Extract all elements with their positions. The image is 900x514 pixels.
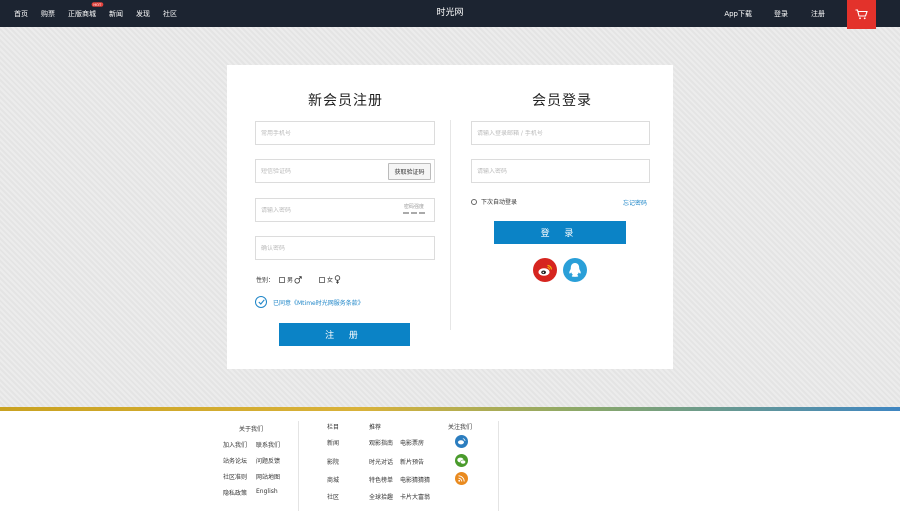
phone-field[interactable] bbox=[255, 121, 435, 145]
footer-rec-monopoly[interactable]: 卡片大富翁 bbox=[400, 492, 430, 501]
footer-rec-guess[interactable]: 电影猜猜猜 bbox=[400, 475, 430, 484]
register-title: 新会员注册 bbox=[308, 93, 383, 109]
footer-link-feedback[interactable]: 问题反馈 bbox=[256, 456, 280, 465]
footer-divider-2 bbox=[498, 421, 499, 511]
female-checkbox[interactable] bbox=[319, 276, 326, 283]
gender-row: 性别： 男 女 bbox=[256, 275, 341, 284]
qq-login-button[interactable] bbox=[563, 258, 587, 282]
follow-wechat-button[interactable] bbox=[455, 454, 468, 467]
footer-rec-trailers[interactable]: 新片预告 bbox=[400, 457, 424, 466]
login-title: 会员登录 bbox=[532, 93, 592, 109]
agree-terms-link[interactable]: 已同意《Mtime时光网服务条款》 bbox=[273, 298, 364, 307]
footer-rec-guide[interactable]: 观影指南 bbox=[369, 438, 393, 447]
get-code-button[interactable]: 获取验证码 bbox=[388, 163, 431, 180]
footer-link-contact[interactable]: 联系我们 bbox=[256, 440, 280, 449]
password-input[interactable] bbox=[261, 206, 381, 214]
qq-icon bbox=[569, 263, 581, 277]
female-symbol-icon bbox=[334, 275, 341, 284]
auto-login-row[interactable]: 下次自动登录 bbox=[471, 197, 517, 206]
login-account-field[interactable] bbox=[471, 121, 650, 145]
female-label: 女 bbox=[327, 277, 334, 284]
password-field[interactable]: 密码强度 bbox=[255, 198, 435, 222]
login-link[interactable]: 登录 bbox=[774, 9, 788, 19]
footer-recommend-title: 推荐 bbox=[369, 424, 382, 431]
footer-column-cinema[interactable]: 影院 bbox=[327, 457, 339, 466]
footer-follow-title: 关注我们 bbox=[448, 424, 473, 431]
footer-rec-boxoffice[interactable]: 电影票房 bbox=[400, 438, 424, 447]
nav-discover[interactable]: 发现 bbox=[136, 9, 150, 19]
panel-divider bbox=[450, 120, 451, 330]
login-password-field[interactable] bbox=[471, 159, 650, 183]
footer-column-news[interactable]: 新闻 bbox=[327, 438, 339, 447]
confirm-password-input[interactable] bbox=[261, 244, 434, 252]
footer-column-mall[interactable]: 商城 bbox=[327, 475, 339, 484]
login-password-input[interactable] bbox=[477, 167, 649, 175]
weibo-icon bbox=[457, 438, 466, 445]
cart-icon bbox=[855, 9, 868, 20]
hot-badge: HOT bbox=[92, 1, 104, 7]
footer-link-privacy[interactable]: 隐私政策 bbox=[223, 488, 247, 497]
app-download-link[interactable]: App下载 bbox=[724, 9, 752, 19]
register-link[interactable]: 注册 bbox=[811, 9, 825, 19]
cart-button[interactable] bbox=[847, 0, 876, 29]
nav-community[interactable]: 社区 bbox=[163, 9, 177, 19]
nav-mall[interactable]: 正版商城 HOT bbox=[68, 1, 104, 19]
gender-label: 性别： bbox=[256, 277, 275, 284]
nav-mall-label: 正版商城 bbox=[68, 9, 96, 18]
site-title[interactable]: 时光网 bbox=[436, 8, 463, 18]
auth-panel: 新会员注册 获取验证码 密码强度 性别： 男 女 已同意《Mtime时光网服务条 bbox=[227, 65, 673, 369]
login-submit-button[interactable]: 登 录 bbox=[494, 221, 626, 244]
footer-link-join[interactable]: 加入我们 bbox=[223, 440, 247, 449]
footer-column-community[interactable]: 社区 bbox=[327, 492, 339, 501]
password-strength: 密码强度 bbox=[403, 203, 425, 214]
wechat-icon bbox=[457, 457, 466, 464]
main-nav: 首页 购票 正版商城 HOT 新闻 发现 社区 bbox=[14, 0, 190, 27]
phone-input[interactable] bbox=[261, 129, 434, 137]
footer-divider-1 bbox=[298, 421, 299, 511]
weibo-login-button[interactable] bbox=[533, 258, 557, 282]
male-label: 男 bbox=[287, 277, 294, 284]
agree-terms-row[interactable]: 已同意《Mtime时光网服务条款》 bbox=[255, 296, 364, 308]
login-account-input[interactable] bbox=[477, 129, 649, 137]
sms-code-field[interactable]: 获取验证码 bbox=[255, 159, 435, 183]
nav-tickets[interactable]: 购票 bbox=[41, 9, 55, 19]
footer-link-english[interactable]: English bbox=[256, 488, 278, 495]
user-nav: App下载 登录 注册 bbox=[724, 0, 900, 29]
register-submit-button[interactable]: 注 册 bbox=[279, 323, 410, 346]
footer-column-title: 栏目 bbox=[327, 424, 340, 431]
nav-home[interactable]: 首页 bbox=[14, 9, 28, 19]
footer-rec-rankings[interactable]: 特色榜单 bbox=[369, 475, 393, 484]
footer-rec-dialogue[interactable]: 时光对话 bbox=[369, 457, 393, 466]
confirm-password-field[interactable] bbox=[255, 236, 435, 260]
strength-bars bbox=[403, 212, 425, 214]
top-nav-bar: 首页 购票 正版商城 HOT 新闻 发现 社区 时光网 App下载 登录 注册 bbox=[0, 0, 900, 29]
nav-news[interactable]: 新闻 bbox=[109, 9, 123, 19]
auto-login-label: 下次自动登录 bbox=[481, 199, 518, 206]
male-checkbox[interactable] bbox=[279, 276, 286, 283]
sms-code-input[interactable] bbox=[261, 167, 381, 175]
footer-link-sitemap[interactable]: 网站地图 bbox=[256, 472, 280, 481]
footer-link-guidelines[interactable]: 社区准则 bbox=[223, 472, 247, 481]
footer-about-title: 关于我们 bbox=[239, 426, 264, 433]
footer-rec-trivia[interactable]: 全球拾趣 bbox=[369, 492, 393, 501]
follow-weibo-button[interactable] bbox=[455, 435, 468, 448]
strength-label: 密码强度 bbox=[403, 204, 424, 210]
forgot-password-link[interactable]: 忘记密码 bbox=[623, 198, 647, 207]
follow-rss-button[interactable] bbox=[455, 472, 468, 485]
agree-check-icon[interactable] bbox=[255, 296, 267, 308]
footer: 关于我们 加入我们 联系我们 站务论坛 问题反馈 社区准则 网站地图 隐私政策 … bbox=[0, 411, 900, 514]
male-symbol-icon bbox=[294, 275, 302, 284]
rss-icon bbox=[458, 475, 465, 482]
weibo-icon bbox=[538, 264, 553, 276]
auto-login-radio[interactable] bbox=[471, 198, 477, 205]
footer-link-forum[interactable]: 站务论坛 bbox=[223, 456, 247, 465]
